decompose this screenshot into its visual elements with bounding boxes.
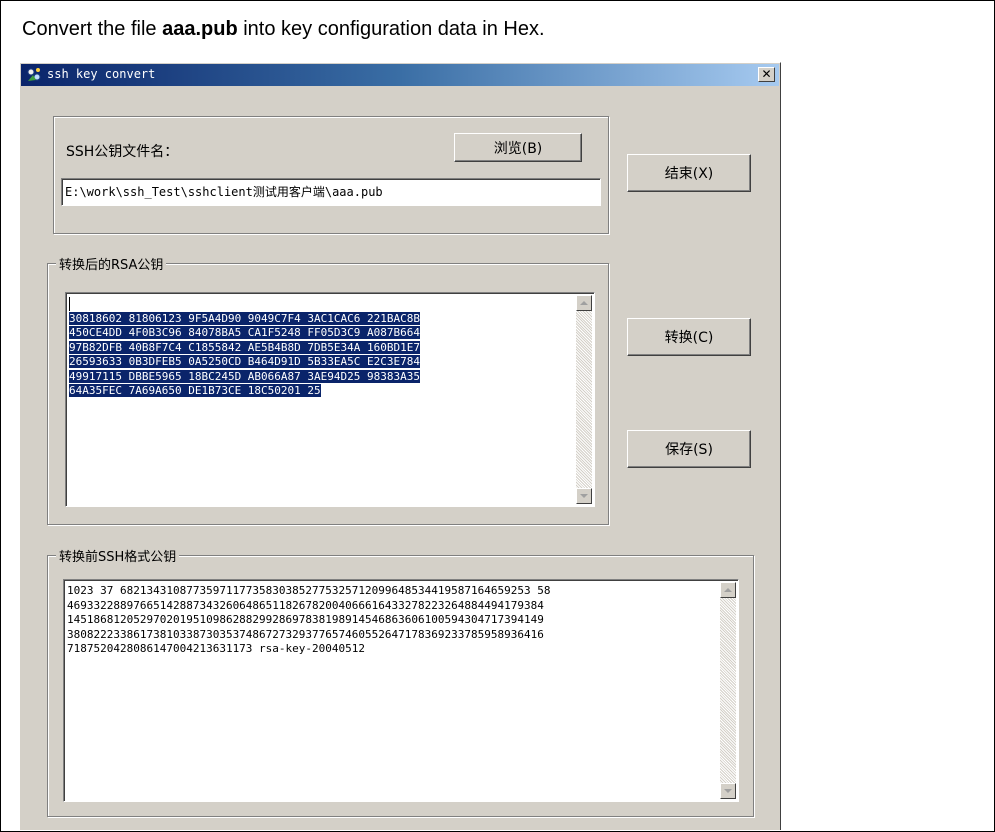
rsa-key-output[interactable]: 30818602 81806123 9F5A4D90 9049C7F4 3AC1… (65, 292, 595, 507)
ssh-group-title: 转换前SSH格式公钥 (56, 546, 180, 565)
rsa-line: 26593633 0B3DFEB5 0A5250CD B464D91D 5B33… (69, 355, 420, 368)
ssh-line: 7187520428086147004213631173 rsa-key-200… (67, 642, 366, 655)
ssh-line: 1023 37 68213431087735971177358303852775… (67, 584, 551, 597)
caption: Convert the file aaa.pub into key config… (22, 18, 545, 41)
rsa-line: 450CE4DD 4F0B3C96 84078BA5 CA1F5248 FF05… (69, 326, 420, 339)
scroll-down-button[interactable] (576, 488, 592, 504)
rsa-line: 97B82DFB 40B8F7C4 C1855842 AE5B4B8D 7DB5… (69, 340, 420, 354)
rsa-key-text: 30818602 81806123 9F5A4D90 9049C7F4 3AC1… (69, 297, 420, 399)
rsa-line: 64A35FEC 7A69A650 DE1B73CE 18C50201 25 (69, 384, 321, 397)
convert-button[interactable]: 转换(C) (627, 318, 751, 356)
ssh-key-input[interactable]: 1023 37 68213431087735971177358303852775… (63, 579, 739, 802)
scroll-up-button[interactable] (576, 295, 592, 311)
ssh-file-label: SSH公钥文件名： (66, 144, 179, 160)
save-button[interactable]: 保存(S) (627, 430, 751, 468)
ssh-file-path-input[interactable]: E:\work\ssh_Test\sshclient测试用客户端\aaa.pub (61, 178, 601, 206)
rsa-key-group: 转换后的RSA公钥 30818602 81806123 9F5A4D90 904… (47, 254, 609, 525)
caption-suffix: into key configuration data in Hex. (237, 18, 545, 40)
caption-prefix: Convert the file (22, 18, 163, 40)
text-caret (69, 297, 70, 311)
ssh-key-group: 转换前SSH格式公钥 1023 37 682134310877359711773… (47, 546, 754, 817)
browse-button[interactable]: 浏览(B) (454, 133, 582, 162)
arrow-up-icon (580, 301, 588, 305)
rsa-vertical-scrollbar[interactable] (576, 295, 592, 504)
title-bar[interactable]: ssh key convert ✕ (21, 64, 779, 86)
rsa-group-title: 转换后的RSA公钥 (56, 254, 167, 273)
close-button[interactable]: ✕ (758, 67, 775, 82)
ssh-line: 3808222338617381033873035374867273293776… (67, 627, 544, 641)
file-group: SSH公钥文件名： 浏览(B) E:\work\ssh_Test\sshclie… (53, 116, 609, 234)
app-icon (25, 66, 43, 84)
ssh-key-text: 1023 37 68213431087735971177358303852775… (67, 584, 550, 657)
arrow-down-icon (580, 494, 588, 498)
arrow-up-icon (724, 588, 732, 592)
rsa-line: 49917115 DBBE5965 18BC245D AB066A87 3AE9… (69, 369, 420, 383)
arrow-down-icon (724, 789, 732, 793)
scroll-down-button[interactable] (720, 783, 736, 799)
caption-filename: aaa.pub (162, 18, 238, 40)
ssh-key-convert-window: ssh key convert ✕ SSH公钥文件名： 浏览(B) E:\wor… (19, 62, 781, 830)
ssh-line: 1451868120529702019510986288299286978381… (67, 613, 544, 626)
end-button[interactable]: 结束(X) (627, 154, 751, 192)
scroll-up-button[interactable] (720, 582, 736, 598)
window-title: ssh key convert (47, 67, 156, 81)
ssh-vertical-scrollbar[interactable] (720, 582, 736, 799)
rsa-line: 30818602 81806123 9F5A4D90 9049C7F4 3AC1… (69, 311, 420, 325)
ssh-line: 4693322889766514288734326064865118267820… (67, 598, 544, 612)
